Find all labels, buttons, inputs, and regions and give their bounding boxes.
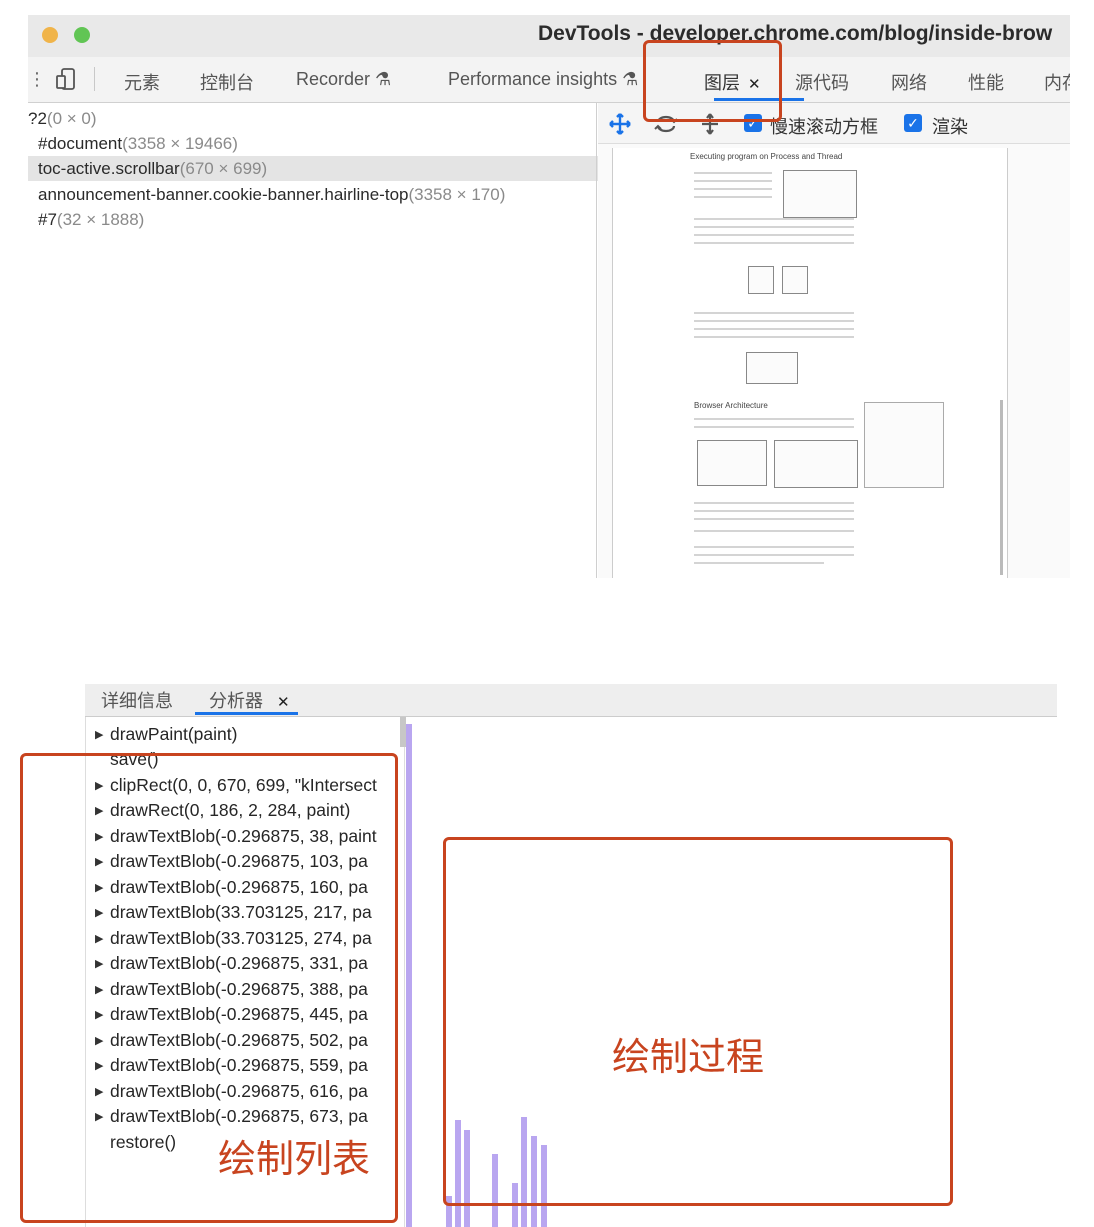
tab-performance-insights[interactable]: Performance insights ⚗ [448,69,638,90]
tab-separator [94,67,95,91]
layers-tree: ?2(0 × 0) #document(3358 × 19466) toc-ac… [28,103,606,578]
annotation-paint-list: 绘制列表 [218,1137,371,1181]
preview-text-line [694,418,854,420]
layer-row-selected[interactable]: toc-active.scrollbar(670 × 699) [28,156,606,181]
preview-text-line [694,518,854,520]
preview-text-line [694,242,854,244]
flask-icon: ⚗ [375,69,392,89]
preview-text-line [694,510,854,512]
highlight-layers-tab [643,40,782,122]
preview-text-line [694,530,854,532]
tab-sources[interactable]: 源代码 [795,69,849,95]
annotation-paint-process: 绘制过程 [612,1035,765,1079]
preview-text-line [694,562,824,564]
preview-diagram [746,352,798,384]
preview-text-line [694,546,854,548]
layer-dims: (0 × 0) [46,109,97,128]
layer-name: toc-active.scrollbar [38,159,180,178]
layer-name: ?2 [28,109,47,128]
tab-details[interactable]: 详细信息 [101,687,173,713]
highlight-paint-process [443,837,953,1206]
preview-text-line [694,502,854,504]
tab-profiler-label: 分析器 [209,691,263,711]
command-item[interactable]: drawPaint(paint) [110,724,237,745]
preview-diagram [774,440,858,488]
tab-elements[interactable]: 元素 [124,69,160,95]
layer-dims: (670 × 699) [179,159,268,178]
preview-text-line [694,218,854,220]
preview-text-line [694,226,854,228]
tab-memory[interactable]: 内存 [1044,69,1070,95]
preview-text-line [694,336,854,338]
pan-mode-icon[interactable] [608,112,632,136]
paint-checkbox[interactable]: ✓ [904,114,922,132]
device-toolbar-icon[interactable] [56,68,76,90]
devtools-tabbar: ⋮ 元素 控制台 Recorder ⚗ Performance insights… [28,57,1070,103]
layer-dims: (3358 × 19466) [122,134,238,153]
preview-text-line [694,312,854,314]
preview-heading: Executing program on Process and Thread [690,152,843,161]
preview-text-line [694,180,772,182]
tab-console[interactable]: 控制台 [200,69,254,95]
layer-dims: (32 × 1888) [56,210,145,229]
flask-icon: ⚗ [622,69,639,89]
layer-dims: (3358 × 170) [408,185,506,204]
layer-name: announcement-banner.cookie-banner.hairli… [38,185,409,204]
active-tab-indicator [195,712,298,715]
preview-heading: Browser Architecture [694,401,768,410]
preview-diagram [748,266,774,294]
preview-text-line [694,196,772,198]
more-tabs-icon[interactable]: ⋮ [28,69,46,90]
preview-diagram [782,266,808,294]
layer-name: #7 [38,210,57,229]
preview-layer-outline [864,402,944,488]
preview-scrollbar[interactable] [1000,400,1003,575]
tab-performance-insights-label: Performance insights [448,69,618,89]
preview-text-line [694,234,854,236]
paint-label: 渲染 [932,117,968,137]
window-title: DevTools - developer.chrome.com/blog/ins… [538,22,1053,45]
preview-text-line [694,320,854,322]
tab-recorder[interactable]: Recorder ⚗ [296,69,391,90]
close-icon[interactable]: ✕ [277,694,290,711]
preview-text-line [694,328,854,330]
tab-network[interactable]: 网络 [891,69,927,95]
layer-row[interactable]: #7(32 × 1888) [28,207,606,232]
tab-recorder-label: Recorder [296,69,371,89]
timing-bar[interactable] [406,724,412,1227]
layer-row[interactable]: #document(3358 × 19466) [28,131,606,156]
preview-text-line [694,188,772,190]
window-title-clip: DevTools - developer.chrome.com/blog/ins… [0,0,1070,60]
slow-scroll-label: 慢速滚动方框 [770,117,878,137]
layer-row[interactable]: announcement-banner.cookie-banner.hairli… [28,182,606,207]
preview-diagram [783,170,857,218]
layer-row[interactable]: ?2(0 × 0) [28,106,596,131]
preview-diagram [697,440,767,486]
tab-profiler[interactable]: 分析器 ✕ [209,687,290,713]
layer-name: #document [38,134,123,153]
preview-text-line [694,554,854,556]
expand-arrow-icon[interactable]: ▶ [95,728,103,741]
preview-text-line [694,426,854,428]
tab-performance[interactable]: 性能 [968,69,1004,95]
preview-text-line [694,172,772,174]
pane-divider[interactable] [596,103,597,578]
profiler-tabbar: 详细信息 分析器 ✕ [85,684,1057,717]
